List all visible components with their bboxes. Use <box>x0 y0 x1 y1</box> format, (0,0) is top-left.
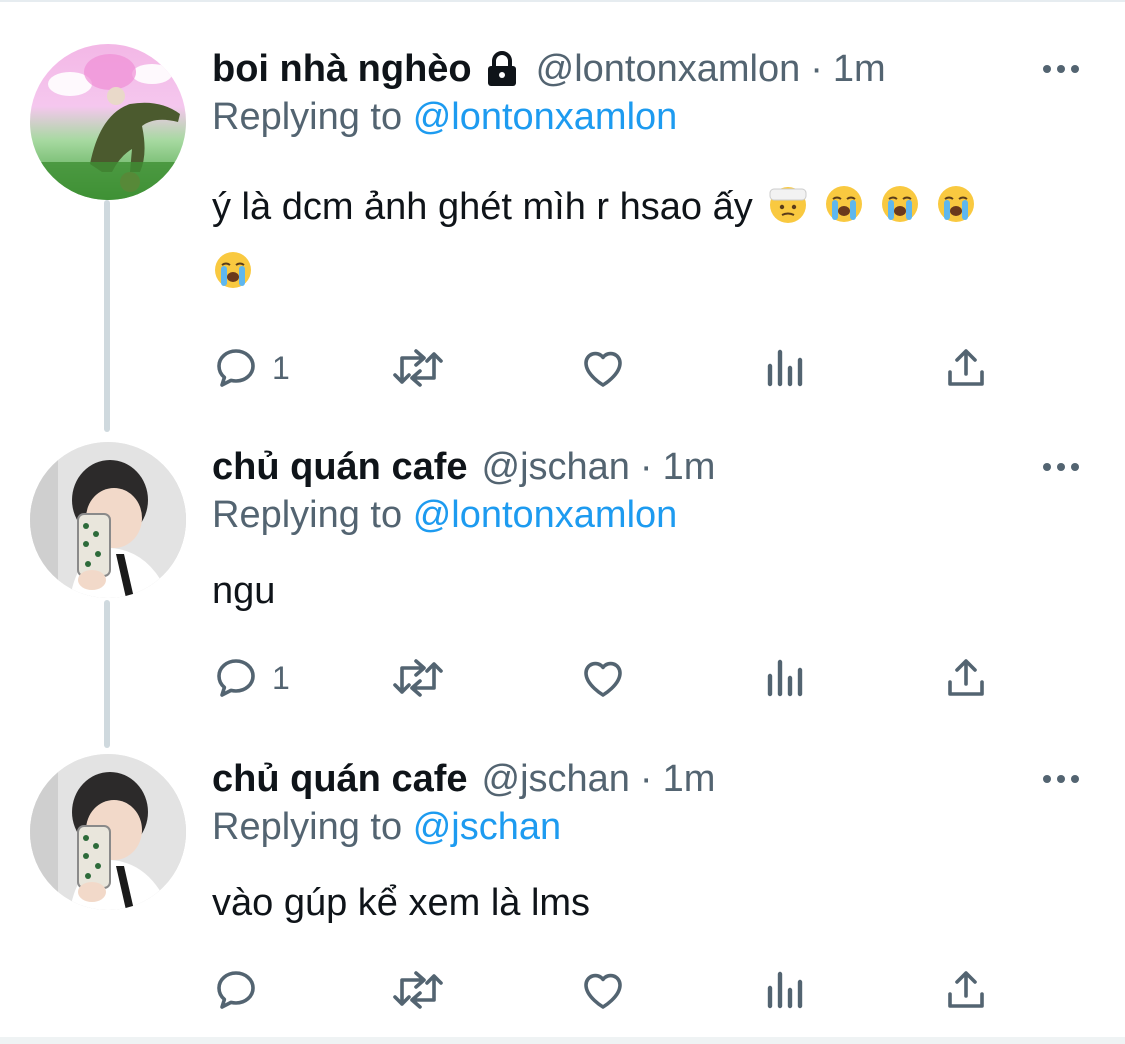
display-name[interactable]: chủ quán cafe <box>212 446 468 489</box>
tweet-text: ngu <box>212 570 276 612</box>
analytics-icon <box>767 349 803 387</box>
loudly-crying-emoji <box>935 183 977 225</box>
analytics-button[interactable] <box>764 338 808 398</box>
handle[interactable]: @jschan <box>482 758 630 801</box>
replying-prefix: Replying to <box>212 96 403 138</box>
like-button[interactable] <box>578 338 628 398</box>
replying-to: Replying to @jschan <box>212 806 561 849</box>
retweet-icon <box>393 659 443 697</box>
more-icon <box>1043 463 1079 471</box>
handle[interactable]: @lontonxamlon <box>536 48 801 91</box>
reply-button[interactable]: 1 <box>212 648 290 708</box>
retweet-button[interactable] <box>390 338 446 398</box>
tweet-text: ý là dcm ảnh ghét mìh r hsao ấy <box>212 174 1072 306</box>
retweet-icon <box>393 349 443 387</box>
retweet-button[interactable] <box>390 960 446 1020</box>
more-icon <box>1043 775 1079 783</box>
more-options-button[interactable] <box>1041 44 1081 94</box>
loudly-crying-emoji <box>879 183 921 225</box>
retweet-button[interactable] <box>390 648 446 708</box>
display-name[interactable]: boi nhà nghèo <box>212 48 472 91</box>
loudly-crying-emoji <box>823 183 865 225</box>
tweet-text-content: ý là dcm ảnh ghét mìh r hsao ấy <box>212 186 753 228</box>
tweet-header: chủ quán cafe @jschan · 1m <box>212 442 715 492</box>
replying-to-link[interactable]: @lontonxamlon <box>413 96 678 138</box>
analytics-button[interactable] <box>764 648 808 708</box>
loudly-crying-emoji <box>212 249 254 291</box>
reply-count: 1 <box>272 659 290 696</box>
timestamp[interactable]: 1m <box>663 446 716 489</box>
separator: · <box>810 47 823 90</box>
lock-icon <box>482 49 522 89</box>
bottom-divider <box>0 1037 1125 1044</box>
like-button[interactable] <box>578 648 628 708</box>
more-icon <box>1043 65 1079 73</box>
avatar[interactable] <box>30 44 186 200</box>
tweet-text: vào gúp kể xem là lms <box>212 882 591 924</box>
tweet-actions: 1 <box>212 338 1012 398</box>
tweet-header: boi nhà nghèo @lontonxamlon · 1m <box>212 44 886 94</box>
tweet-actions <box>212 960 1012 1020</box>
reply-icon <box>217 659 255 697</box>
like-button[interactable] <box>578 960 628 1020</box>
tweet-actions: 1 <box>212 648 1012 708</box>
replying-to-link[interactable]: @lontonxamlon <box>413 494 678 536</box>
reply-button[interactable] <box>212 960 260 1020</box>
replying-to: Replying to @lontonxamlon <box>212 96 677 139</box>
timestamp[interactable]: 1m <box>833 48 886 91</box>
heart-icon <box>584 973 622 1009</box>
replying-to-link[interactable]: @jschan <box>413 806 561 848</box>
more-options-button[interactable] <box>1041 754 1081 804</box>
bandaged-face-emoji <box>767 183 809 225</box>
avatar[interactable] <box>30 754 186 910</box>
share-button[interactable] <box>942 338 990 398</box>
share-icon <box>948 971 984 1008</box>
top-divider <box>0 0 1125 2</box>
replying-prefix: Replying to <box>212 806 403 848</box>
heart-icon <box>584 661 622 697</box>
analytics-icon <box>767 659 803 697</box>
reply-icon <box>217 971 255 1009</box>
more-options-button[interactable] <box>1041 442 1081 492</box>
separator: · <box>639 445 653 488</box>
reply-count: 1 <box>272 349 290 386</box>
display-name[interactable]: chủ quán cafe <box>212 758 468 801</box>
share-icon <box>948 349 984 386</box>
tweet[interactable]: boi nhà nghèo @lontonxamlon · 1m Replyin… <box>0 44 1125 424</box>
tweet-header: chủ quán cafe @jschan · 1m <box>212 754 715 804</box>
retweet-icon <box>393 971 443 1009</box>
analytics-button[interactable] <box>764 960 808 1020</box>
reply-icon <box>217 349 255 387</box>
share-button[interactable] <box>942 648 990 708</box>
heart-icon <box>584 351 622 387</box>
analytics-icon <box>767 971 803 1009</box>
separator: · <box>639 757 653 800</box>
handle[interactable]: @jschan <box>482 446 630 489</box>
replying-to: Replying to @lontonxamlon <box>212 494 677 537</box>
share-button[interactable] <box>942 960 990 1020</box>
replying-prefix: Replying to <box>212 494 403 536</box>
tweet[interactable]: chủ quán cafe @jschan · 1m Replying to @… <box>0 754 1125 1034</box>
reply-button[interactable]: 1 <box>212 338 290 398</box>
timestamp[interactable]: 1m <box>663 758 716 801</box>
share-icon <box>948 659 984 696</box>
avatar[interactable] <box>30 442 186 598</box>
tweet[interactable]: chủ quán cafe @jschan · 1m Replying to @… <box>0 442 1125 722</box>
